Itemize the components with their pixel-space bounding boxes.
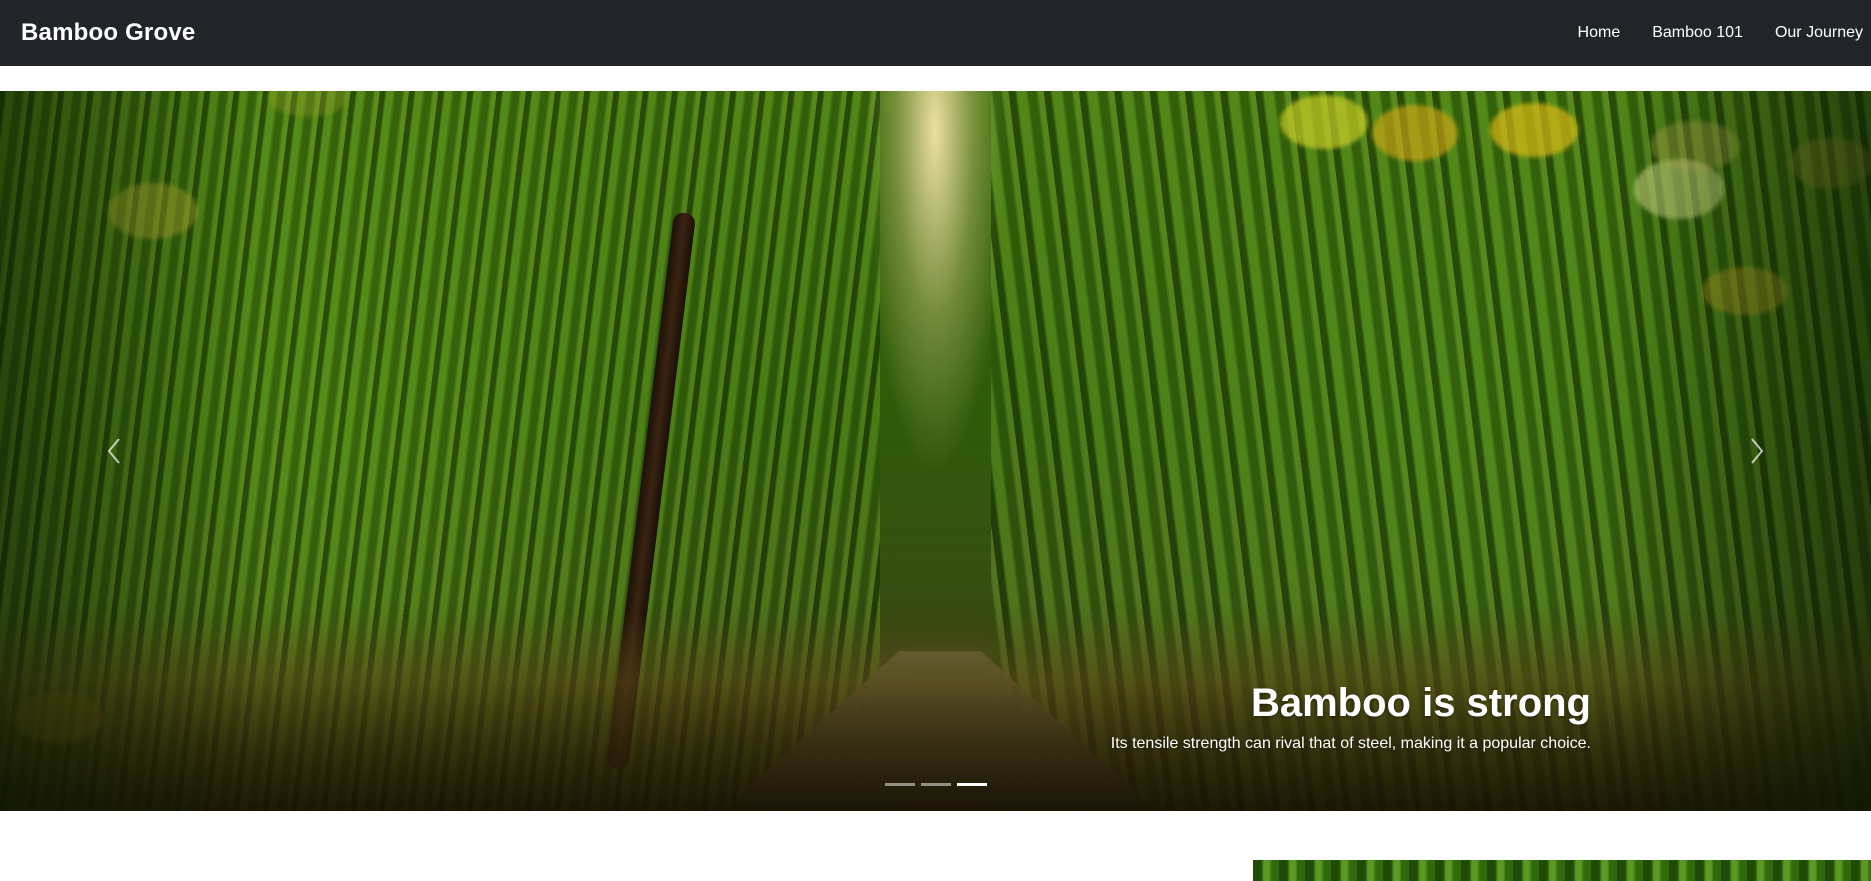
carousel-indicators: [0, 783, 1871, 786]
nav-links: Home Bamboo 101 Our Journey: [1578, 0, 1871, 66]
nav-link-bamboo-101[interactable]: Bamboo 101: [1652, 24, 1743, 42]
hero-carousel: Bamboo is strong Its tensile strength ca…: [0, 91, 1871, 811]
carousel-prev-button[interactable]: [0, 91, 230, 811]
slide-caption: Bamboo is strong Its tensile strength ca…: [1111, 681, 1591, 753]
brand-logo-link[interactable]: Bamboo Grove: [21, 19, 195, 47]
top-navbar: Bamboo Grove Home Bamboo 101 Our Journey: [0, 0, 1871, 66]
chevron-left-icon: [107, 438, 120, 464]
nav-link-our-journey[interactable]: Our Journey: [1775, 24, 1863, 42]
carousel-indicator-2[interactable]: [920, 783, 951, 786]
caption-text: Its tensile strength can rival that of s…: [1110, 735, 1591, 752]
carousel-next-button[interactable]: [1641, 91, 1871, 811]
carousel-indicator-1[interactable]: [884, 783, 915, 786]
caption-title: Bamboo is strong: [1250, 681, 1591, 725]
carousel-indicator-3-active[interactable]: [956, 783, 987, 786]
chevron-right-icon: [1751, 438, 1764, 464]
next-section-image-peek: [1253, 860, 1871, 881]
nav-link-home[interactable]: Home: [1578, 24, 1621, 42]
